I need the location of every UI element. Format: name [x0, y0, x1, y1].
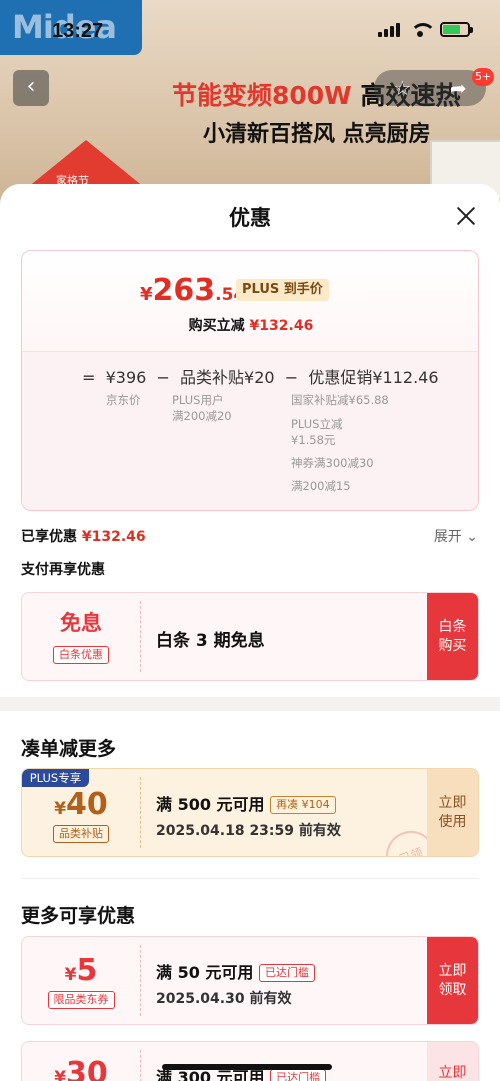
star-icon[interactable]: ☆ — [393, 76, 411, 100]
extra-needed-tag: 再凑 ¥104 — [270, 796, 336, 814]
cta-line: 白条 — [438, 618, 467, 635]
condition-text: 满 50 元可用 — [156, 963, 254, 982]
plus-coupon-tag: 品类补贴 — [53, 825, 109, 843]
minus-sign: − — [284, 368, 299, 387]
status-icons — [378, 22, 473, 37]
cta-line: 立即 — [438, 794, 467, 811]
plus-coupon[interactable]: PLUS专享 ¥40 品类补贴 满 500 元可用 再凑 ¥104 2025.0… — [21, 768, 479, 857]
currency-symbol: ¥ — [54, 1068, 67, 1081]
plus-user-condition: 满200减20 — [172, 409, 232, 423]
banner-subheadline: 小清新百搭风 点亮厨房 — [203, 122, 431, 147]
threshold-reached-tag: 已达门槛 — [270, 1069, 327, 1081]
promo-detail: 国家补贴减¥65.88 — [291, 393, 389, 407]
cta-line: 购买 — [438, 637, 467, 654]
coupon-5-condition: 满 50 元可用 已达门槛 — [156, 959, 315, 983]
cart-badge: 5+ — [472, 68, 495, 86]
coupon-30-amount: ¥30 — [22, 1056, 140, 1081]
baitiao-tag: 白条优惠 — [53, 646, 109, 664]
promo-total: 优惠促销¥112.46 — [308, 368, 439, 387]
coupon-divider — [140, 777, 141, 848]
close-icon[interactable] — [454, 204, 478, 228]
threshold-reached-tag: 已达门槛 — [259, 964, 315, 982]
baitiao-big-label: 免息 — [60, 611, 102, 635]
section-gap — [0, 697, 500, 711]
promo-detail: ¥1.58元 — [291, 433, 336, 447]
plus-price-tag: PLUS 到手价 — [236, 279, 329, 301]
cta-line: 使用 — [438, 813, 467, 830]
baitiao-offer[interactable]: 免息 白条优惠 白条 3 期免息 白条购买 — [21, 592, 479, 681]
condition-text: 满 500 元可用 — [156, 795, 265, 814]
back-button[interactable]: ‹ — [13, 70, 49, 106]
coupon-divider — [140, 945, 141, 1016]
enjoyed-value: ¥132.46 — [81, 529, 146, 545]
final-price: ¥263.54 — [140, 273, 245, 308]
final-price-area: ¥263.54 PLUS 到手价 购买立减 ¥132.46 — [22, 251, 478, 351]
coupon-5-amount: ¥5 — [22, 953, 140, 988]
signal-icon — [378, 22, 400, 37]
promo-detail: 神券满300减30 — [291, 456, 374, 470]
baitiao-left: 免息 白条优惠 — [22, 593, 140, 680]
instant-cut: 购买立减 ¥132.46 — [22, 315, 478, 335]
plus-coupon-condition: 满 500 元可用 再凑 ¥104 — [156, 791, 336, 815]
coupon-5-left: ¥5 限品类东券 — [22, 937, 140, 1024]
more-offers-title: 更多可享优惠 — [21, 905, 136, 927]
coupon-amount: 40 — [66, 787, 108, 822]
promo-detail: PLUS立减 — [291, 417, 343, 431]
price-integer: 263 — [152, 273, 216, 308]
cta-line: 立即 — [438, 962, 467, 979]
enjoyed-label: 已享优惠 — [21, 529, 77, 545]
plus-coupon-left: ¥40 品类补贴 — [22, 769, 140, 856]
baitiao-desc: 白条 3 期免息 — [156, 631, 265, 651]
price-breakdown-card: ¥263.54 PLUS 到手价 购买立减 ¥132.46 = ¥396 − 品… — [21, 250, 479, 511]
category-subsidy: 品类补贴¥20 — [180, 368, 275, 387]
cta-line: 领取 — [438, 981, 467, 998]
minus-sign: − — [156, 368, 170, 387]
discount-sheet: 优惠 ¥263.54 PLUS 到手价 购买立减 ¥132.46 = ¥396 … — [0, 184, 500, 1081]
claim-now-button[interactable]: 立即 — [427, 1042, 478, 1081]
enjoyed-discount: 已享优惠 ¥132.46 — [21, 526, 146, 546]
home-indicator — [162, 1064, 332, 1070]
coupon-5[interactable]: ¥5 限品类东券 满 50 元可用 已达门槛 2025.04.30 前有效 立即… — [21, 936, 479, 1025]
plus-coupon-amount: ¥40 — [22, 787, 140, 822]
currency-symbol: ¥ — [54, 799, 67, 819]
price-formula: = ¥396 − 品类补贴¥20 − 优惠促销¥112.46 — [82, 364, 439, 388]
status-time: 13:27 — [52, 20, 104, 42]
battery-icon — [440, 22, 473, 37]
coupon-5-tag: 限品类东券 — [47, 991, 115, 1009]
price-formula-area: = ¥396 − 品类补贴¥20 − 优惠促销¥112.46 京东价 PLUS用… — [22, 351, 478, 510]
jd-price: ¥396 — [105, 368, 147, 387]
baitiao-buy-button[interactable]: 白条 购买 — [427, 593, 478, 680]
plus-coupon-expiry: 2025.04.18 23:59 前有效 — [156, 823, 341, 839]
expand-toggle[interactable]: 展开 ⌄ — [434, 526, 478, 546]
sheet-title: 优惠 — [229, 206, 271, 230]
coupon-amount: 30 — [66, 1056, 108, 1081]
currency-symbol: ¥ — [64, 965, 77, 985]
action-pill: ☆ ➦ — [374, 70, 486, 106]
cta-line: 立即 — [438, 1065, 467, 1081]
coupon-30-left: ¥30 — [22, 1042, 140, 1081]
promo-detail: 满200减15 — [291, 479, 351, 493]
divider-line — [21, 878, 479, 879]
equals-sign: = — [82, 368, 96, 387]
headline-red: 节能变频800W — [172, 81, 352, 110]
instant-cut-value: ¥132.46 — [249, 318, 314, 334]
pay-more-title: 支付再享优惠 — [21, 562, 105, 578]
coupon-30[interactable]: ¥30 满 300 元可用 已达门槛 立即 — [21, 1041, 479, 1081]
share-icon[interactable]: ➦ — [450, 76, 467, 100]
plus-user-label: PLUS用户 — [172, 393, 224, 407]
claim-now-button[interactable]: 立即 领取 — [427, 937, 478, 1024]
jd-price-label: 京东价 — [106, 393, 141, 407]
chevron-left-icon: ‹ — [26, 74, 36, 99]
combine-title: 凑单减更多 — [21, 738, 117, 760]
coupon-divider — [140, 601, 141, 672]
coupon-5-expiry: 2025.04.30 前有效 — [156, 991, 292, 1007]
use-now-button[interactable]: 立即 使用 — [427, 769, 478, 856]
coupon-divider — [140, 1050, 141, 1081]
coupon-amount: 5 — [76, 953, 98, 988]
currency-symbol: ¥ — [140, 284, 153, 305]
wifi-icon — [410, 22, 436, 37]
instant-cut-label: 购买立减 — [188, 318, 245, 334]
